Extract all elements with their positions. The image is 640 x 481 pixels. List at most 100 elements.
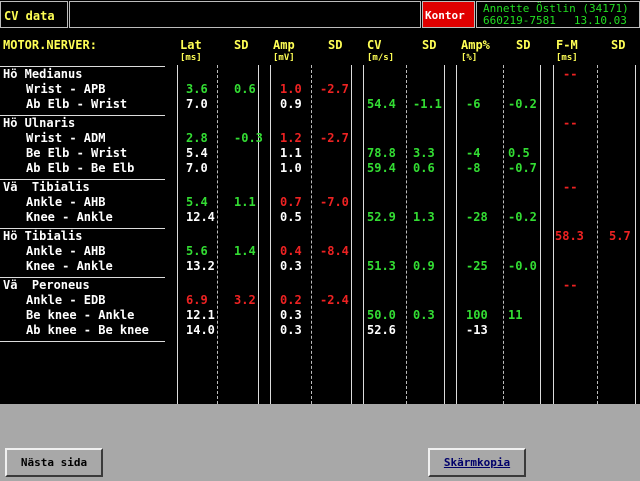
- segment-label: Ankle - EDB: [26, 293, 106, 307]
- value-lat: 13.2: [186, 259, 215, 273]
- value-amp-sd: -2.7: [320, 82, 349, 96]
- column-unit-lat: [ms]: [180, 53, 202, 63]
- segment-label: Be Elb - Wrist: [26, 146, 128, 160]
- value-cv: 51.3: [367, 259, 396, 273]
- value-lat: 2.8: [186, 131, 208, 145]
- value-ampp-sd: 0.5: [508, 146, 530, 160]
- screenshot-button[interactable]: Skärmkopia: [428, 448, 526, 477]
- motor-nerve-table: MOTOR.NERVER: Lat [ms] SD Amp [mV] SD CV [m/s] SD…: [0, 29, 640, 404]
- value-cv: 59.4: [367, 161, 396, 175]
- value-amp: 1.0: [280, 161, 302, 175]
- column-sd-divider: [503, 65, 504, 404]
- patient-id-date: 660219-7581 13.10.03: [483, 15, 639, 27]
- value-ampp: -6: [466, 97, 481, 111]
- column-right-border: [540, 65, 541, 404]
- nerve-name: Vä Peroneus: [3, 278, 90, 292]
- value-amp: 1.1: [280, 146, 302, 160]
- nerve-name: Hö Tibialis: [3, 229, 83, 243]
- value-lat: 5.4: [186, 146, 208, 160]
- exam-date: 13.10.03: [573, 14, 627, 27]
- value-amp: 0.9: [280, 97, 302, 111]
- value-lat: 12.1: [186, 308, 215, 322]
- column-left-border: [553, 65, 554, 404]
- next-page-button[interactable]: Nästa sida: [5, 448, 103, 477]
- segment-label: Ab Elb - Wrist: [26, 97, 128, 111]
- segment-label: Wrist - ADM: [26, 131, 106, 145]
- value-ampp-sd: -0.7: [508, 161, 537, 175]
- title-bar: CV data Kontor Annette Östlin (34171) 66…: [0, 0, 640, 29]
- value-ampp-sd: -0.2: [508, 210, 537, 224]
- value-ampp-sd: -0.0: [508, 259, 537, 273]
- column-left-border: [363, 65, 364, 404]
- value-ampp: -28: [466, 210, 488, 224]
- column-header-lat: Lat: [180, 38, 202, 52]
- segment-label: Knee - Ankle: [26, 210, 113, 224]
- value-cv-sd: -1.1: [413, 97, 442, 111]
- kontor-button[interactable]: Kontor: [422, 1, 475, 28]
- value-lat: 12.4: [186, 210, 215, 224]
- value-cv-sd: 3.3: [413, 146, 435, 160]
- fm-value: --: [563, 116, 578, 130]
- column-header-cv-sd: SD: [422, 38, 437, 52]
- value-amp: 0.3: [280, 259, 302, 273]
- value-cv: 52.9: [367, 210, 396, 224]
- nerve-name: Vä Tibialis: [3, 180, 90, 194]
- column-unit-ampp: [%]: [461, 53, 478, 63]
- column-left-border: [177, 65, 178, 404]
- value-cv: 50.0: [367, 308, 396, 322]
- value-lat: 6.9: [186, 293, 208, 307]
- value-amp: 0.7: [280, 195, 302, 209]
- value-amp: 0.3: [280, 308, 302, 322]
- value-lat-sd: 0.6: [234, 82, 256, 96]
- patient-id: 660219-7581: [483, 14, 556, 27]
- column-sd-divider: [406, 65, 407, 404]
- column-header-amp-sd: SD: [328, 38, 343, 52]
- column-right-border: [351, 65, 352, 404]
- value-amp: 0.5: [280, 210, 302, 224]
- segment-label: Ab Elb - Be Elb: [26, 161, 135, 175]
- value-cv-sd: 1.3: [413, 210, 435, 224]
- column-sd-divider: [597, 65, 598, 404]
- value-amp: 0.2: [280, 293, 302, 307]
- value-amp: 1.2: [280, 131, 302, 145]
- value-cv-sd: 0.6: [413, 161, 435, 175]
- fm-value: --: [563, 180, 578, 194]
- value-ampp: -8: [466, 161, 481, 175]
- nerve-name: Hö Medianus: [3, 67, 83, 81]
- value-ampp-sd: 11: [508, 308, 523, 322]
- column-unit-fm: [ms]: [556, 53, 578, 63]
- column-right-border: [258, 65, 259, 404]
- value-amp: 0.3: [280, 323, 302, 337]
- column-header-lat-sd: SD: [234, 38, 249, 52]
- value-cv: 52.6: [367, 323, 396, 337]
- segment-label: Knee - Ankle: [26, 259, 113, 273]
- value-cv-sd: 0.3: [413, 308, 435, 322]
- value-cv: 78.8: [367, 146, 396, 160]
- value-lat-sd: 1.1: [234, 195, 256, 209]
- column-header-ampp-sd: SD: [516, 38, 531, 52]
- value-lat-sd: 3.2: [234, 293, 256, 307]
- column-header-amp: Amp: [273, 38, 295, 52]
- section-heading: MOTOR.NERVER:: [3, 38, 97, 52]
- fm-sd-value: 5.7: [609, 229, 631, 243]
- segment-label: Ankle - AHB: [26, 195, 106, 209]
- value-ampp: -4: [466, 146, 481, 160]
- button-bar: Nästa sida Skärmkopia: [0, 404, 640, 481]
- column-left-border: [456, 65, 457, 404]
- fm-value: 58.3: [555, 229, 584, 243]
- value-lat: 3.6: [186, 82, 208, 96]
- value-lat: 14.0: [186, 323, 215, 337]
- value-lat-sd: 1.4: [234, 244, 256, 258]
- title-spacer: [69, 1, 421, 28]
- column-unit-amp: [mV]: [273, 53, 295, 63]
- value-ampp: -13: [466, 323, 488, 337]
- value-amp-sd: -7.0: [320, 195, 349, 209]
- column-sd-divider: [217, 65, 218, 404]
- value-amp-sd: -2.4: [320, 293, 349, 307]
- fm-value: --: [563, 278, 578, 292]
- value-lat: 5.6: [186, 244, 208, 258]
- value-amp: 0.4: [280, 244, 302, 258]
- segment-label: Be knee - Ankle: [26, 308, 135, 322]
- window-title: CV data: [0, 1, 68, 28]
- value-ampp: -25: [466, 259, 488, 273]
